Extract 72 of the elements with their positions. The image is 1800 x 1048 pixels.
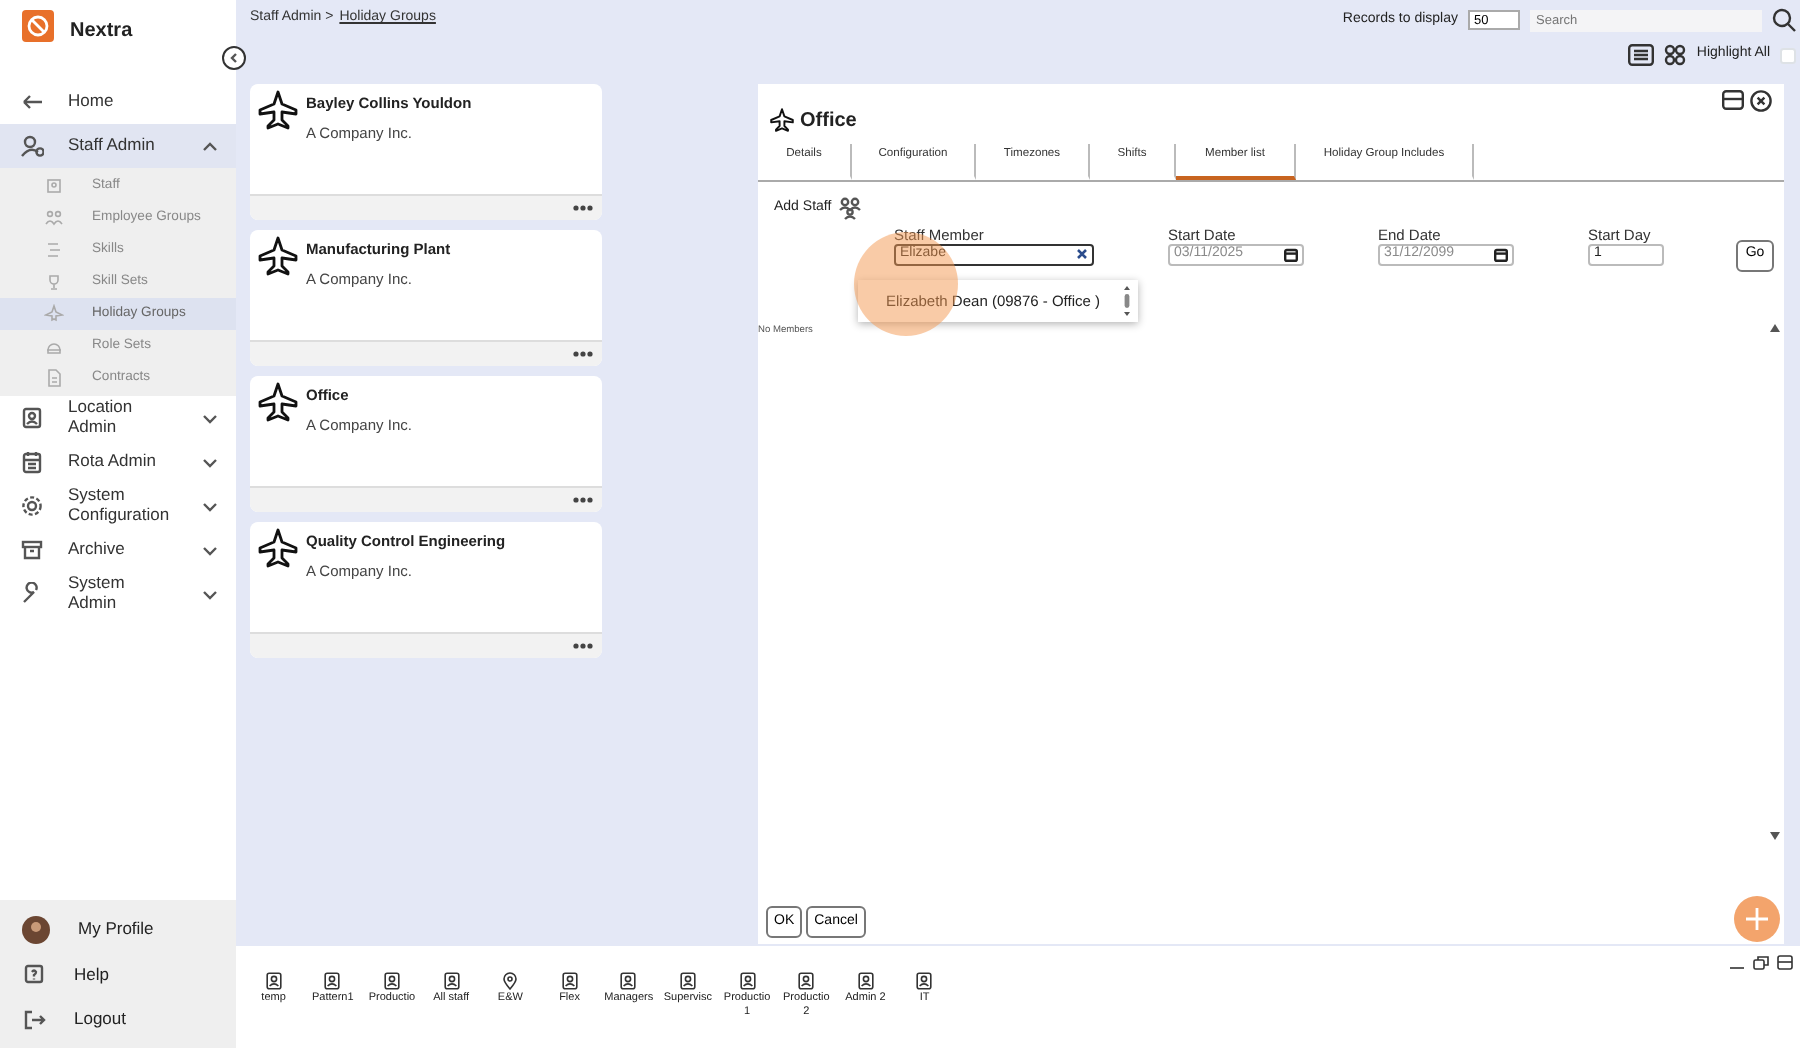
calendar-icon [20, 450, 44, 474]
person-card-icon [443, 972, 460, 990]
gear-icon [20, 494, 44, 518]
nav-item[interactable]: Logout [0, 997, 236, 1042]
plane-icon [258, 236, 298, 276]
person-card-icon [620, 972, 637, 990]
person-card-icon [857, 972, 874, 990]
avatar-icon [22, 915, 50, 944]
more-icon[interactable] [572, 496, 594, 504]
calendar-icon[interactable] [1494, 247, 1508, 261]
grid-view-icon[interactable] [1664, 44, 1687, 66]
chevron-down-icon [200, 585, 220, 603]
document-icon [44, 368, 64, 388]
search-icon[interactable] [1772, 8, 1796, 32]
plus-icon [1744, 906, 1770, 932]
person-card-icon [739, 972, 756, 990]
archive-box-icon [20, 538, 44, 562]
chevron-down-icon [200, 409, 220, 427]
plane-icon [258, 528, 298, 568]
location-pin-icon [502, 972, 519, 990]
nav-item[interactable]: Location Admin [0, 396, 236, 440]
nav-item[interactable]: Rota Admin [0, 440, 236, 484]
calendar-icon[interactable] [1284, 247, 1298, 261]
logout-icon [22, 1007, 46, 1032]
person-card-icon [324, 972, 341, 990]
chevron-down-icon [200, 497, 220, 515]
plane-icon [258, 382, 298, 422]
more-icon[interactable] [572, 350, 594, 358]
plane-icon [770, 108, 794, 132]
nav-item[interactable]: System Configuration [0, 484, 236, 528]
people-icon[interactable] [837, 196, 862, 220]
window-icon[interactable] [1722, 90, 1744, 110]
chevron-down-icon [200, 453, 220, 471]
nav-item[interactable]: Help [0, 952, 236, 997]
chevron-up-icon [200, 137, 220, 155]
plane-icon [258, 90, 298, 130]
restore-icon[interactable] [1752, 954, 1770, 970]
maximize-icon[interactable] [1776, 954, 1794, 970]
contact-card-icon [20, 406, 44, 430]
person-card-icon [265, 972, 282, 990]
help-icon [22, 962, 46, 987]
nav-item[interactable]: System Admin [0, 572, 236, 616]
trophy-icon [44, 272, 64, 292]
panel-title: Office [800, 107, 859, 135]
chevron-down-icon [200, 541, 220, 559]
person-card-icon [383, 972, 400, 990]
people-icon [44, 208, 64, 228]
more-icon[interactable] [572, 204, 594, 212]
list-view-icon[interactable] [1628, 44, 1655, 66]
more-icon[interactable] [572, 642, 594, 650]
person-card-icon [679, 972, 696, 990]
person-card-icon [561, 972, 578, 990]
scrollbar-icon[interactable] [1122, 284, 1132, 318]
clear-icon[interactable] [1076, 248, 1088, 260]
back-arrow-icon [20, 90, 44, 114]
scroll-down-icon[interactable] [1770, 832, 1780, 840]
nav-item[interactable]: My Profile [0, 907, 236, 952]
nav-item[interactable]: Staff Admin [0, 124, 236, 168]
list-icon [44, 240, 64, 260]
plane-icon [44, 304, 64, 324]
app-name: Nextra [70, 18, 133, 46]
scroll-up-icon[interactable] [1770, 324, 1780, 332]
contact-card-icon [44, 176, 64, 196]
person-card-icon [916, 972, 933, 990]
highlight-checkbox[interactable] [1780, 47, 1796, 63]
chevron-left-icon [228, 52, 240, 64]
nav-item[interactable]: Home [0, 80, 236, 124]
close-icon[interactable] [1750, 90, 1772, 112]
nav-item[interactable]: Archive [0, 528, 236, 572]
user-gear-icon [20, 134, 44, 158]
person-card-icon [798, 972, 815, 990]
logo-icon [22, 10, 54, 42]
